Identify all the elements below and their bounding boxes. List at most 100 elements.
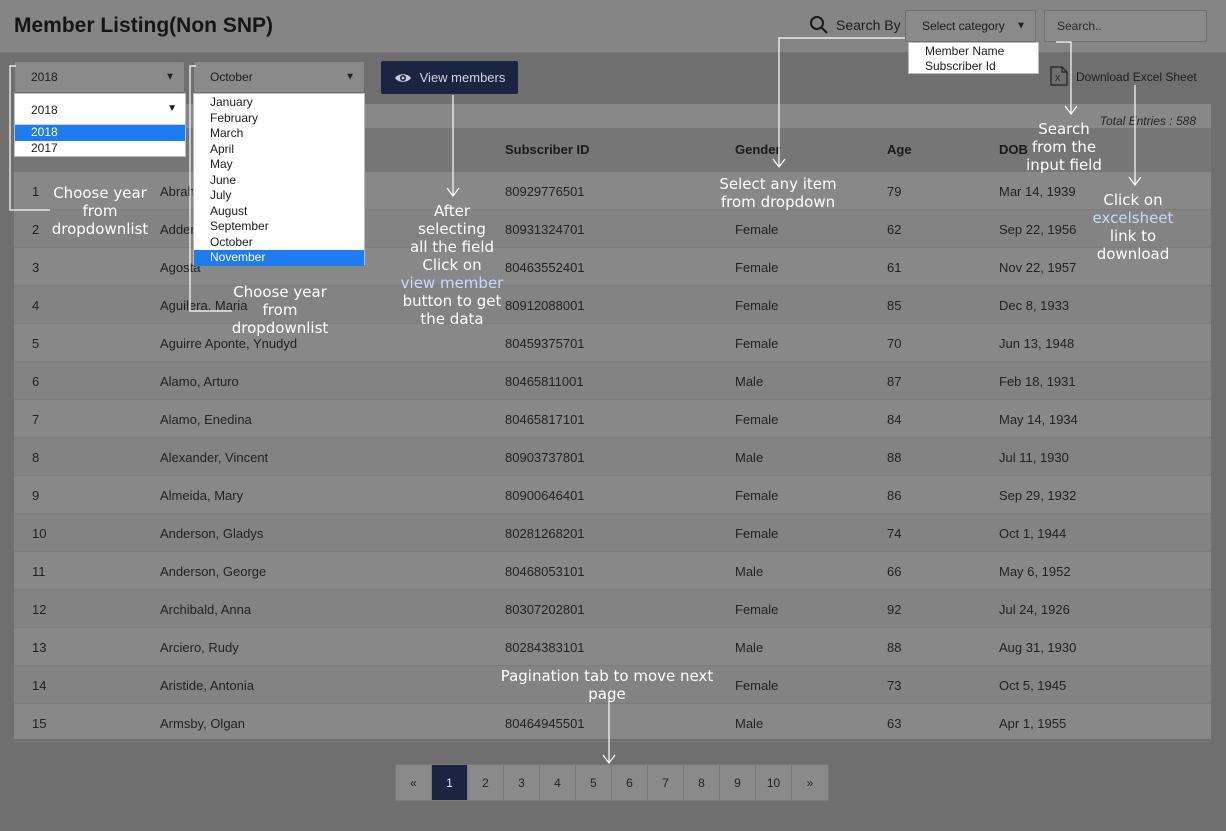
- note-line: Click on: [422, 256, 482, 274]
- cell-age: 61: [887, 260, 902, 275]
- cell-gender: Female: [735, 222, 779, 237]
- month-option[interactable]: October: [194, 235, 364, 251]
- cell-sid: 80931324701: [505, 222, 585, 237]
- note-line: Click on: [1103, 191, 1163, 209]
- download-excel-link[interactable]: Download Excel Sheet: [1076, 70, 1197, 84]
- page-button-1[interactable]: 1: [432, 765, 468, 800]
- cell-no: 8: [32, 450, 40, 465]
- month-option[interactable]: July: [194, 188, 364, 204]
- cell-age: 88: [887, 450, 902, 465]
- year-select-value: 2018: [31, 70, 58, 84]
- annotation-pagination: Pagination tab to move next page: [480, 667, 734, 703]
- search-field[interactable]: [1045, 11, 1206, 41]
- table-row[interactable]: 10 Anderson, Gladys 80281268201 Female 74 Oct…: [14, 514, 1211, 552]
- table-row[interactable]: 9 Almeida, Mary 80900646401 Female 86 Sep 29,…: [14, 476, 1211, 514]
- cell-no: 3: [32, 260, 40, 275]
- category-select[interactable]: Select category ▼: [905, 10, 1036, 42]
- page-prev-button[interactable]: «: [396, 765, 432, 800]
- page-next-button[interactable]: »: [792, 765, 828, 800]
- page-button-7[interactable]: 7: [648, 765, 684, 800]
- page-button-5[interactable]: 5: [576, 765, 612, 800]
- annotation-year-2: Choose year from dropdownlist: [228, 283, 332, 337]
- page-button-6[interactable]: 6: [612, 765, 648, 800]
- cell-dob: Jul 24, 1926: [999, 602, 1070, 617]
- month-option[interactable]: June: [194, 173, 364, 189]
- table-row[interactable]: 4 Aguilera, Maria 80912088001 Female 85 Dec 8…: [14, 286, 1211, 324]
- cell-gender: Male: [735, 374, 764, 389]
- cell-no: 4: [32, 298, 40, 313]
- view-members-label: View members: [419, 70, 506, 85]
- view-members-button[interactable]: View members: [381, 61, 518, 94]
- category-option[interactable]: Subscriber Id: [909, 59, 1038, 75]
- note-line: download: [1096, 245, 1170, 263]
- year-dropdown-select[interactable]: 2018 ▼: [15, 94, 185, 125]
- cell-age: 66: [887, 564, 902, 579]
- cell-sid: 80459375701: [505, 336, 585, 351]
- chevron-down-icon: ▼: [165, 71, 175, 83]
- month-option[interactable]: April: [194, 142, 364, 158]
- year-select[interactable]: 2018 ▼: [14, 61, 185, 93]
- table-row[interactable]: 12 Archibald, Anna 80307202801 Female 92 Jul …: [14, 590, 1211, 628]
- cell-age: 92: [887, 602, 902, 617]
- page-button-3[interactable]: 3: [504, 765, 540, 800]
- header-gender[interactable]: Gender: [735, 142, 781, 157]
- cell-dob: Feb 18, 1931: [999, 374, 1076, 389]
- month-option[interactable]: May: [194, 157, 364, 173]
- page-button-4[interactable]: 4: [540, 765, 576, 800]
- cell-dob: Jul 11, 1930: [999, 450, 1069, 465]
- note-line: from the: [1031, 138, 1097, 156]
- page-button-10[interactable]: 10: [756, 765, 792, 800]
- cell-age: 70: [887, 336, 902, 351]
- month-option[interactable]: March: [194, 126, 364, 142]
- month-option[interactable]: January: [194, 95, 364, 111]
- cell-sid: 80465811001: [505, 374, 584, 389]
- header-age[interactable]: Age: [887, 142, 912, 157]
- table-row[interactable]: 15 Armsby, Olgan 80464945501 Male 63 Apr 1, 1…: [14, 704, 1211, 742]
- table-row[interactable]: 7 Alamo, Enedina 80465817101 Female 84 May 14…: [14, 400, 1211, 438]
- cell-no: 12: [32, 602, 47, 617]
- cell-gender: Female: [735, 602, 779, 617]
- cell-dob: May 14, 1934: [999, 412, 1078, 427]
- cell-gender: Female: [735, 412, 779, 427]
- cell-no: 5: [32, 336, 40, 351]
- year-option[interactable]: 2017: [15, 141, 185, 157]
- cell-gender: Male: [735, 564, 764, 579]
- search-input[interactable]: [1044, 10, 1207, 42]
- cell-age: 88: [887, 640, 902, 655]
- cell-sid: 80929776501: [505, 184, 585, 199]
- table-row[interactable]: 5 Aguirre Aponte, Ynudyd 80459375701 Female…: [14, 324, 1211, 362]
- header-bar: Member Listing(Non SNP) Search By Select…: [0, 0, 1226, 53]
- page-button-9[interactable]: 9: [720, 765, 756, 800]
- cell-gender: Male: [735, 450, 764, 465]
- year-options: 2018 2017: [15, 125, 185, 156]
- cell-sid: 80468053101: [505, 564, 585, 579]
- table-row[interactable]: 8 Alexander, Vincent 80903737801 Male 88 Jul …: [14, 438, 1211, 476]
- page-button-8[interactable]: 8: [684, 765, 720, 800]
- cell-age: 62: [887, 222, 902, 237]
- cell-name: Adder: [160, 222, 195, 237]
- page-button-2[interactable]: 2: [468, 765, 504, 800]
- cell-no: 14: [32, 678, 47, 693]
- cell-gender: Female: [735, 526, 779, 541]
- annotation-excel: Click on excelsheet link to download: [1088, 191, 1178, 263]
- year-option[interactable]: 2018: [15, 125, 185, 141]
- month-option[interactable]: November: [194, 250, 364, 266]
- table-row[interactable]: 13 Arciero, Rudy 80284383101 Male 88 Aug 31, …: [14, 628, 1211, 666]
- month-option[interactable]: September: [194, 219, 364, 235]
- cell-no: 9: [32, 488, 40, 503]
- year-dropdown: 2018 ▼ 2018 2017: [14, 93, 186, 157]
- cell-no: 2: [32, 222, 40, 237]
- cell-age: 87: [887, 374, 902, 389]
- category-option[interactable]: Member Name: [909, 44, 1038, 60]
- year-dropdown-value: 2018: [31, 103, 58, 117]
- month-select[interactable]: October ▼: [193, 61, 365, 93]
- table-row[interactable]: 11 Anderson, George 80468053101 Male 66 May 6…: [14, 552, 1211, 590]
- excel-file-icon[interactable]: X: [1050, 66, 1068, 86]
- month-option[interactable]: August: [194, 204, 364, 220]
- note-line: Choose year: [53, 184, 147, 202]
- svg-text:X: X: [1055, 74, 1061, 83]
- table-row[interactable]: 6 Alamo, Arturo 80465811001 Male 87 Feb 18, 1…: [14, 362, 1211, 400]
- header-subscriber-id[interactable]: Subscriber ID: [505, 142, 590, 157]
- cell-gender: Female: [735, 336, 779, 351]
- month-option[interactable]: February: [194, 111, 364, 127]
